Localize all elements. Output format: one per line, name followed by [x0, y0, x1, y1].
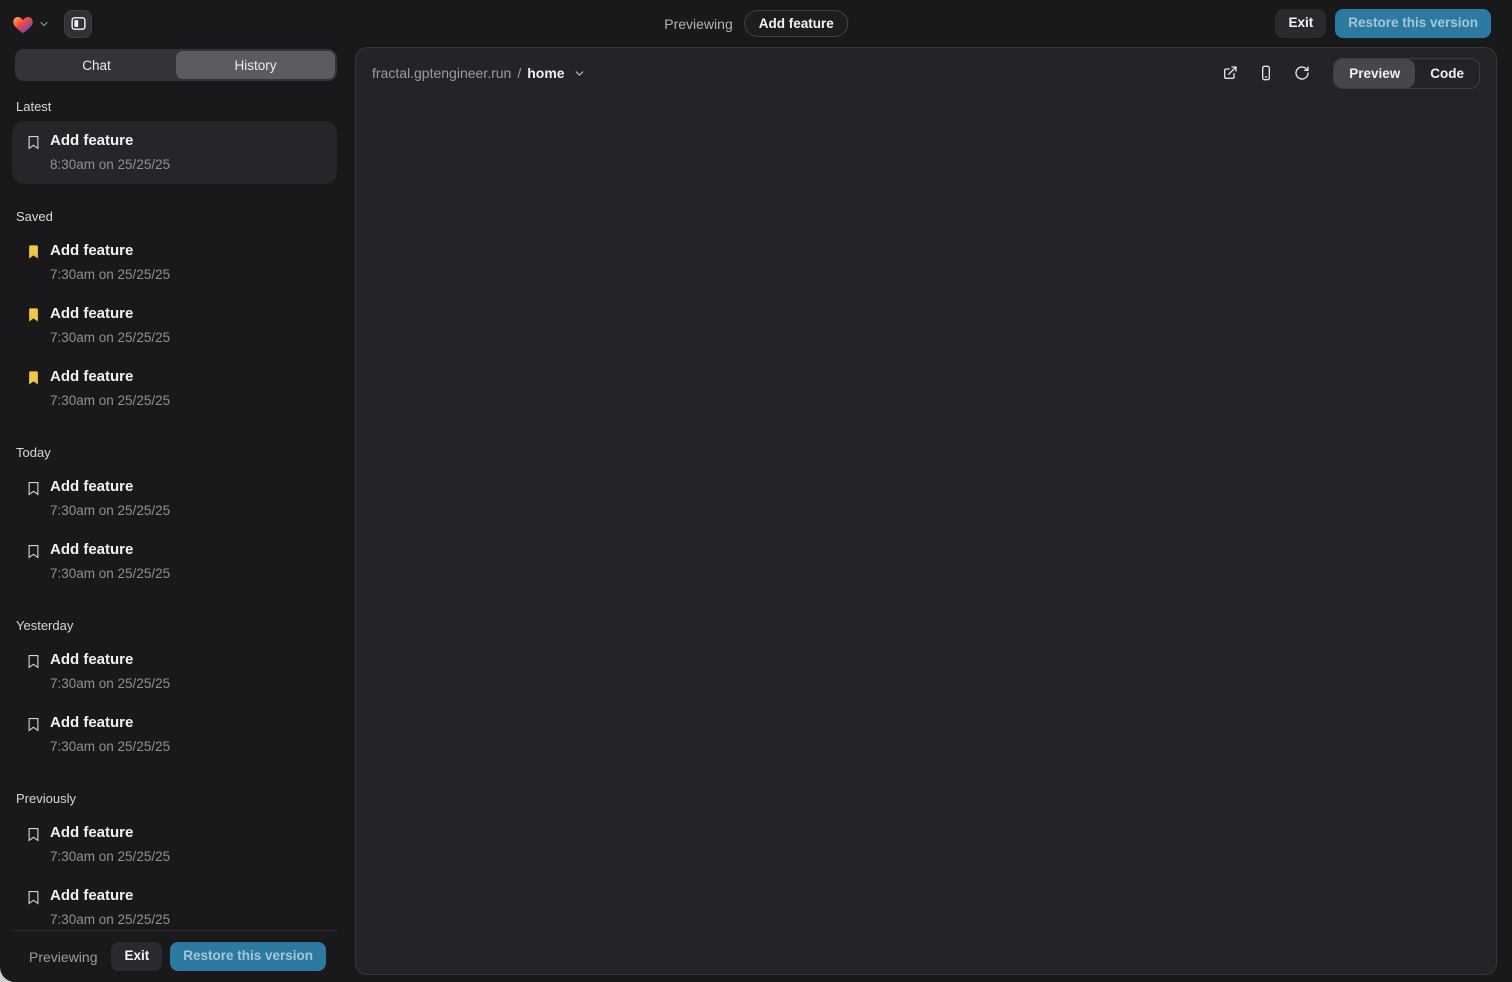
tab-chat[interactable]: Chat: [17, 51, 176, 79]
footer-previewing-label: Previewing: [29, 949, 97, 965]
history-item[interactable]: Add feature 7:30am on 25/25/25: [12, 467, 337, 530]
top-bar-center: Previewing Add feature: [664, 0, 848, 47]
history-item-title: Add feature: [50, 477, 170, 497]
bookmark-icon[interactable]: [26, 716, 41, 733]
open-in-new-tab-button[interactable]: [1217, 60, 1243, 86]
previewing-status-label: Previewing: [664, 16, 732, 32]
history-item-title: Add feature: [50, 131, 170, 151]
section-header-yesterday: Yesterday: [16, 618, 333, 633]
history-sidebar: Chat History Latest Add feature 8:30am o…: [12, 47, 337, 982]
refresh-icon: [1294, 65, 1310, 81]
refresh-preview-button[interactable]: [1289, 60, 1315, 86]
external-link-icon: [1222, 65, 1238, 81]
top-bar-right: Exit Restore this version: [1275, 9, 1491, 38]
tab-history[interactable]: History: [176, 51, 335, 79]
panel-left-icon: [70, 15, 87, 32]
history-item-title: Add feature: [50, 823, 170, 843]
section-header-latest: Latest: [16, 99, 333, 114]
preview-panel-header: fractal.gptengineer.run / home: [356, 48, 1496, 98]
sidebar-tab-switcher: Chat History: [15, 49, 337, 81]
history-item-time: 7:30am on 25/25/25: [50, 501, 170, 520]
tab-code[interactable]: Code: [1415, 59, 1479, 88]
breadcrumb-separator: /: [517, 65, 521, 81]
bookmark-icon[interactable]: [26, 480, 41, 497]
section-header-previously: Previously: [16, 791, 333, 806]
restore-version-button[interactable]: Restore this version: [1335, 9, 1491, 38]
footer-exit-button[interactable]: Exit: [111, 942, 162, 971]
history-item-time: 7:30am on 25/25/25: [50, 265, 170, 284]
logo-chevron-down-icon[interactable]: [38, 18, 50, 30]
mobile-device-icon: [1258, 65, 1274, 81]
tab-preview[interactable]: Preview: [1334, 59, 1415, 88]
preview-content: [356, 98, 1496, 974]
section-header-today: Today: [16, 445, 333, 460]
exit-button[interactable]: Exit: [1275, 9, 1326, 38]
toggle-sidebar-button[interactable]: [64, 10, 92, 38]
history-item-time: 8:30am on 25/25/25: [50, 155, 170, 174]
preview-toolbar: Preview Code: [1217, 58, 1480, 89]
history-item-title: Add feature: [50, 650, 170, 670]
history-item[interactable]: Add feature 7:30am on 25/25/25: [12, 813, 337, 876]
bookmark-icon[interactable]: [26, 653, 41, 670]
lovable-heart-icon[interactable]: [12, 14, 34, 34]
history-item[interactable]: Add feature 7:30am on 25/25/25: [12, 703, 337, 766]
history-item-title: Add feature: [50, 304, 170, 324]
history-item-time: 7:30am on 25/25/25: [50, 391, 170, 410]
mobile-view-button[interactable]: [1253, 60, 1279, 86]
bookmark-filled-icon[interactable]: [26, 307, 41, 324]
history-item[interactable]: Add feature 7:30am on 25/25/25: [12, 357, 337, 420]
bookmark-icon[interactable]: [26, 826, 41, 843]
history-item[interactable]: Add feature 7:30am on 25/25/25: [12, 876, 337, 930]
breadcrumb-site: fractal.gptengineer.run: [372, 65, 511, 81]
top-bar: Previewing Add feature Exit Restore this…: [0, 0, 1512, 47]
history-item-title: Add feature: [50, 713, 170, 733]
footer-restore-version-button[interactable]: Restore this version: [170, 942, 326, 971]
sidebar-footer: Previewing Exit Restore this version: [12, 930, 337, 982]
history-item-title: Add feature: [50, 540, 170, 560]
history-item-time: 7:30am on 25/25/25: [50, 737, 170, 756]
history-item[interactable]: Add feature 7:30am on 25/25/25: [12, 530, 337, 593]
history-item-title: Add feature: [50, 886, 170, 906]
bookmark-icon[interactable]: [26, 134, 41, 151]
top-bar-left: [12, 10, 92, 38]
history-item[interactable]: Add feature 7:30am on 25/25/25: [12, 231, 337, 294]
view-mode-switcher: Preview Code: [1333, 58, 1480, 89]
history-item[interactable]: Add feature 8:30am on 25/25/25: [12, 121, 337, 184]
breadcrumb-page: home: [527, 65, 564, 81]
bookmark-icon[interactable]: [26, 889, 41, 906]
history-item[interactable]: Add feature 7:30am on 25/25/25: [12, 640, 337, 703]
bookmark-filled-icon[interactable]: [26, 370, 41, 387]
history-item-time: 7:30am on 25/25/25: [50, 564, 170, 583]
history-list: Latest Add feature 8:30am on 25/25/25 Sa…: [12, 81, 337, 930]
preview-panel: fractal.gptengineer.run / home: [355, 47, 1497, 975]
version-pill-button[interactable]: Add feature: [745, 10, 848, 37]
history-item[interactable]: Add feature 7:30am on 25/25/25: [12, 294, 337, 357]
bookmark-icon[interactable]: [26, 543, 41, 560]
section-header-saved: Saved: [16, 209, 333, 224]
history-item-time: 7:30am on 25/25/25: [50, 847, 170, 866]
history-item-time: 7:30am on 25/25/25: [50, 910, 170, 929]
history-item-title: Add feature: [50, 241, 170, 261]
history-item-time: 7:30am on 25/25/25: [50, 328, 170, 347]
breadcrumb-chevron-down-icon: [573, 67, 586, 80]
history-item-title: Add feature: [50, 367, 170, 387]
breadcrumb[interactable]: fractal.gptengineer.run / home: [372, 65, 586, 81]
bookmark-filled-icon[interactable]: [26, 244, 41, 261]
history-item-time: 7:30am on 25/25/25: [50, 674, 170, 693]
